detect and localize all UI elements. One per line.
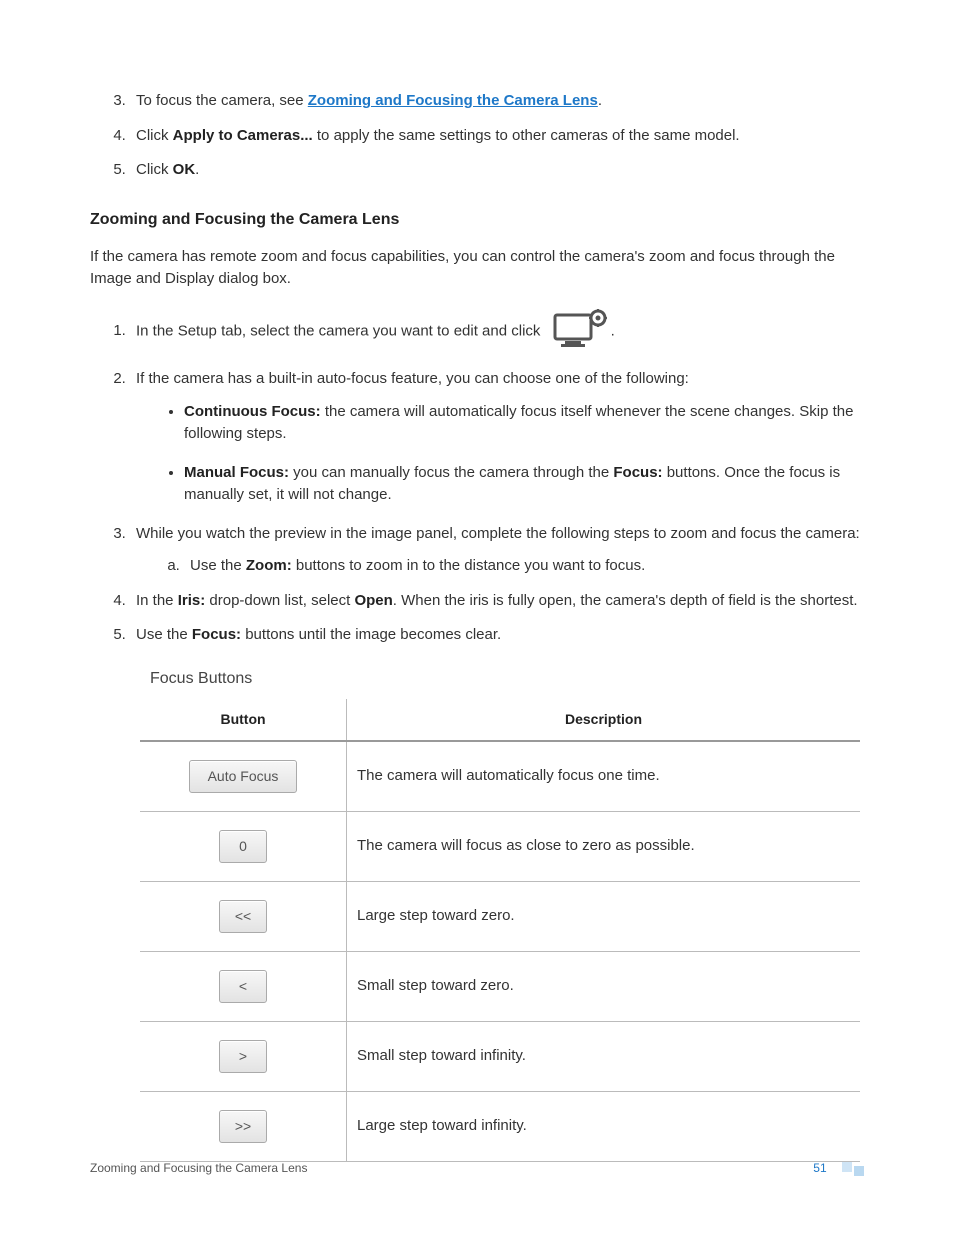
list-item: To focus the camera, see Zooming and Foc… xyxy=(130,90,864,113)
bold-text: Apply to Cameras... xyxy=(173,127,313,144)
list-item: In the Setup tab, select the camera you … xyxy=(130,307,864,357)
monitor-settings-icon xyxy=(551,307,607,357)
description-cell: Large step toward zero. xyxy=(347,881,861,951)
bold-text: Manual Focus: xyxy=(184,464,289,481)
text: Use the xyxy=(190,557,246,574)
link-zoom-focus[interactable]: Zooming and Focusing the Camera Lens xyxy=(308,92,598,109)
focus-ui-button: < xyxy=(219,970,267,1003)
text: . xyxy=(611,322,615,339)
footer-right: 51 xyxy=(813,1159,864,1177)
continuation-list: To focus the camera, see Zooming and Foc… xyxy=(90,90,864,182)
focus-ui-button: >> xyxy=(219,1110,267,1143)
text: If the camera has a built-in auto-focus … xyxy=(136,370,689,387)
table-title: Focus Buttons xyxy=(150,667,864,691)
bold-text: Focus: xyxy=(192,626,241,643)
description-cell: Small step toward zero. xyxy=(347,951,861,1021)
text: you can manually focus the camera throug… xyxy=(289,464,613,481)
table-row: < Small step toward zero. xyxy=(140,951,860,1021)
bold-text: Focus: xyxy=(613,464,662,481)
sub-alpha-list: Use the Zoom: buttons to zoom in to the … xyxy=(136,555,864,578)
text: . xyxy=(195,161,199,178)
text: Use the xyxy=(136,626,192,643)
bold-text: Iris: xyxy=(178,592,206,609)
page-footer: Zooming and Focusing the Camera Lens 51 xyxy=(90,1159,864,1177)
button-cell: << xyxy=(140,881,347,951)
list-item: Continuous Focus: the camera will automa… xyxy=(184,401,864,446)
text: drop-down list, select xyxy=(205,592,354,609)
description-cell: The camera will focus as close to zero a… xyxy=(347,811,861,881)
button-cell: > xyxy=(140,1021,347,1091)
document-page: To focus the camera, see Zooming and Foc… xyxy=(0,0,954,1235)
column-header-description: Description xyxy=(347,699,861,741)
bold-text: Zoom: xyxy=(246,557,292,574)
list-item: Click Apply to Cameras... to apply the s… xyxy=(130,125,864,148)
table-row: >> Large step toward infinity. xyxy=(140,1091,860,1161)
bold-text: Continuous Focus: xyxy=(184,403,321,420)
list-item: Manual Focus: you can manually focus the… xyxy=(184,462,864,507)
table-row: 0 The camera will focus as close to zero … xyxy=(140,811,860,881)
page-number: 51 xyxy=(813,1161,826,1175)
text: . xyxy=(598,92,602,109)
description-cell: Large step toward infinity. xyxy=(347,1091,861,1161)
section-heading: Zooming and Focusing the Camera Lens xyxy=(90,208,864,232)
text: In the Setup tab, select the camera you … xyxy=(136,322,545,339)
button-cell: Auto Focus xyxy=(140,741,347,812)
footer-mark-icon xyxy=(842,1162,864,1172)
focus-ui-button: 0 xyxy=(219,830,267,863)
bold-text: Open xyxy=(354,592,392,609)
focus-ui-button: Auto Focus xyxy=(189,760,298,793)
text: Click xyxy=(136,127,173,144)
text: In the xyxy=(136,592,178,609)
text: While you watch the preview in the image… xyxy=(136,525,860,542)
bold-text: OK xyxy=(173,161,196,178)
steps-list: In the Setup tab, select the camera you … xyxy=(90,307,864,647)
focus-ui-button: > xyxy=(219,1040,267,1073)
text: buttons until the image becomes clear. xyxy=(241,626,501,643)
table-body: Auto Focus The camera will automatically … xyxy=(140,741,860,1162)
table-row: > Small step toward infinity. xyxy=(140,1021,860,1091)
list-item: If the camera has a built-in auto-focus … xyxy=(130,368,864,507)
focus-ui-button: << xyxy=(219,900,267,933)
list-item: Use the Zoom: buttons to zoom in to the … xyxy=(184,555,864,578)
footer-title: Zooming and Focusing the Camera Lens xyxy=(90,1159,307,1177)
table-row: Auto Focus The camera will automatically … xyxy=(140,741,860,812)
text: To focus the camera, see xyxy=(136,92,308,109)
button-cell: 0 xyxy=(140,811,347,881)
table-row: << Large step toward zero. xyxy=(140,881,860,951)
text: buttons to zoom in to the distance you w… xyxy=(292,557,646,574)
text: . When the iris is fully open, the camer… xyxy=(393,592,858,609)
focus-buttons-table: Button Description Auto Focus The camera … xyxy=(140,699,860,1162)
list-item: In the Iris: drop-down list, select Open… xyxy=(130,590,864,613)
list-item: Use the Focus: buttons until the image b… xyxy=(130,624,864,647)
list-item: While you watch the preview in the image… xyxy=(130,523,864,578)
list-item: Click OK. xyxy=(130,159,864,182)
button-cell: >> xyxy=(140,1091,347,1161)
text: to apply the same settings to other came… xyxy=(313,127,740,144)
text: Click xyxy=(136,161,173,178)
button-cell: < xyxy=(140,951,347,1021)
column-header-button: Button xyxy=(140,699,347,741)
description-cell: The camera will automatically focus one … xyxy=(347,741,861,812)
description-cell: Small step toward infinity. xyxy=(347,1021,861,1091)
intro-paragraph: If the camera has remote zoom and focus … xyxy=(90,246,864,291)
sub-bullets: Continuous Focus: the camera will automa… xyxy=(136,401,864,507)
